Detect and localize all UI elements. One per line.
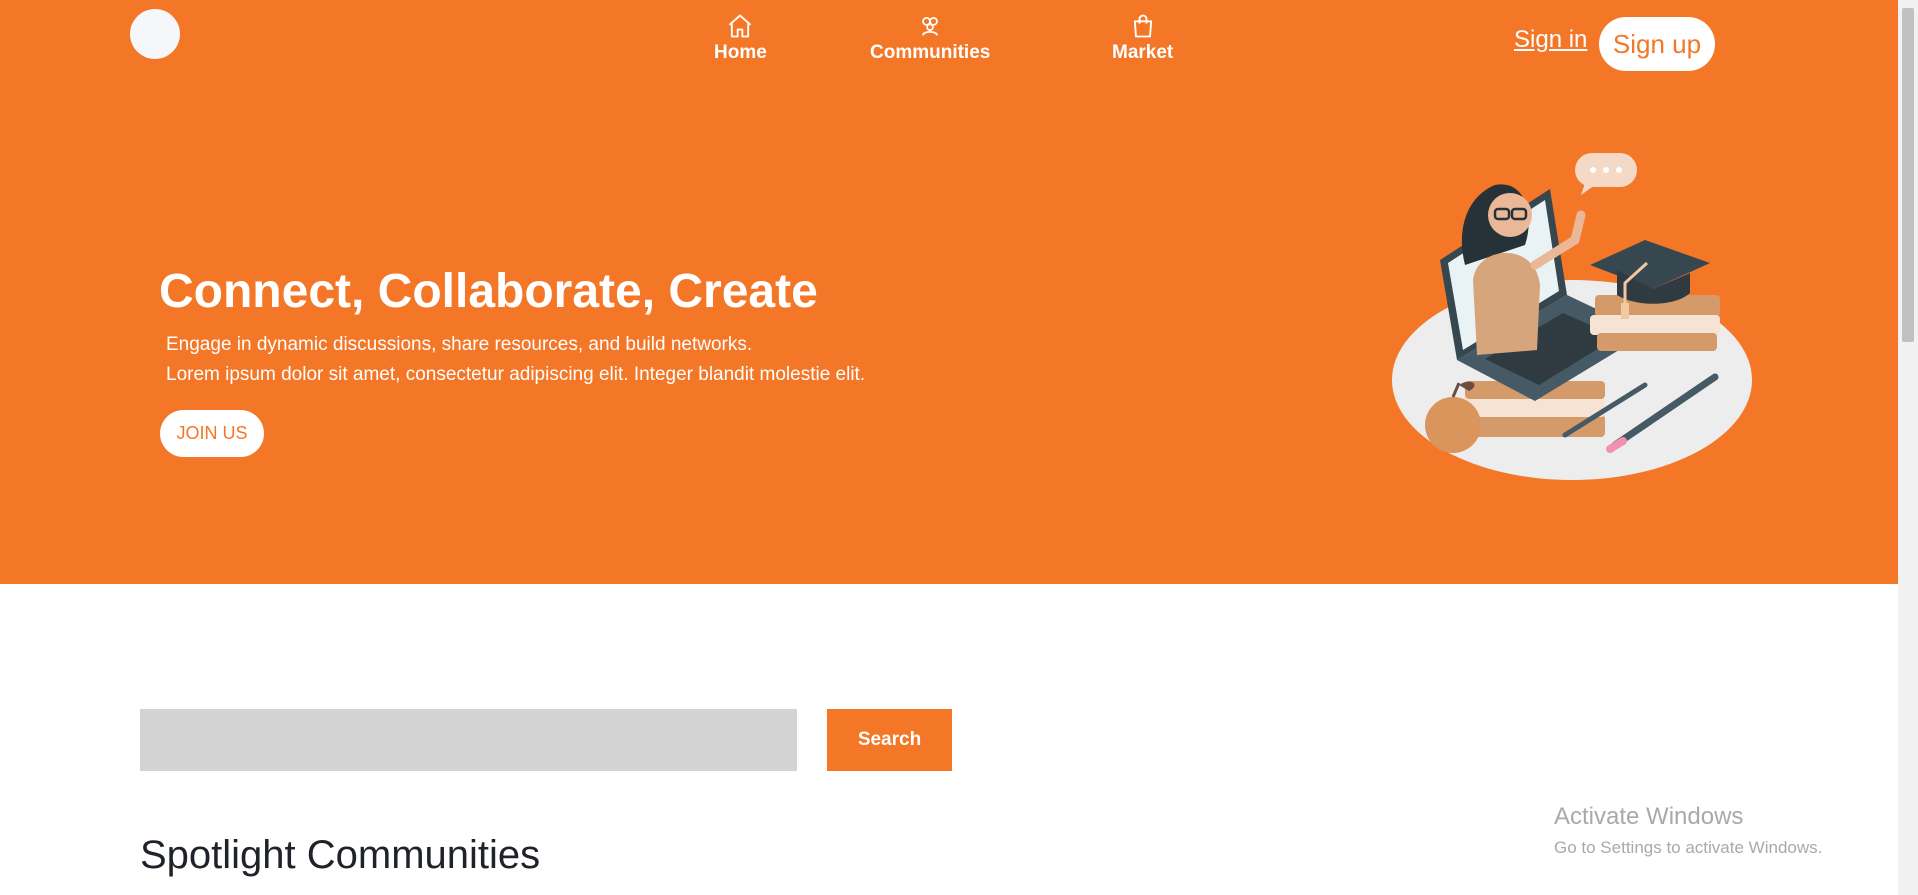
nav-communities-label: Communities [870,42,991,63]
logo[interactable] [130,9,180,59]
nav-market[interactable]: Market [1112,12,1173,72]
scrollbar-thumb[interactable] [1902,8,1914,342]
shopping-bag-icon [1133,14,1152,38]
vertical-scrollbar[interactable] [1898,0,1918,895]
watermark-subtitle: Go to Settings to activate Windows. [1554,838,1823,857]
search-button[interactable]: Search [827,709,952,771]
hero-description-line-2: Lorem ipsum dolor sit amet, consectetur … [166,364,866,385]
users-icon [922,16,939,36]
signup-button[interactable]: Sign up [1599,17,1715,71]
nav-market-label: Market [1112,42,1174,63]
home-icon [729,14,752,38]
search-input[interactable] [140,709,797,771]
nav-communities[interactable]: Communities [870,12,990,72]
nav-home[interactable]: Home [714,12,767,72]
hero-illustration [1392,153,1752,480]
signin-link[interactable]: Sign in [1514,26,1587,54]
hero-section: Home Communities Market Sign in Sign up … [0,0,1898,584]
watermark-title: Activate Windows [1554,803,1744,830]
hero-title: Connect, Collaborate, Create [159,265,818,318]
section-title: Spotlight Communities [140,833,541,877]
hero-description-line-1: Engage in dynamic discussions, share res… [166,334,753,355]
join-us-button[interactable]: JOIN US [160,410,264,457]
nav-home-label: Home [714,42,767,63]
